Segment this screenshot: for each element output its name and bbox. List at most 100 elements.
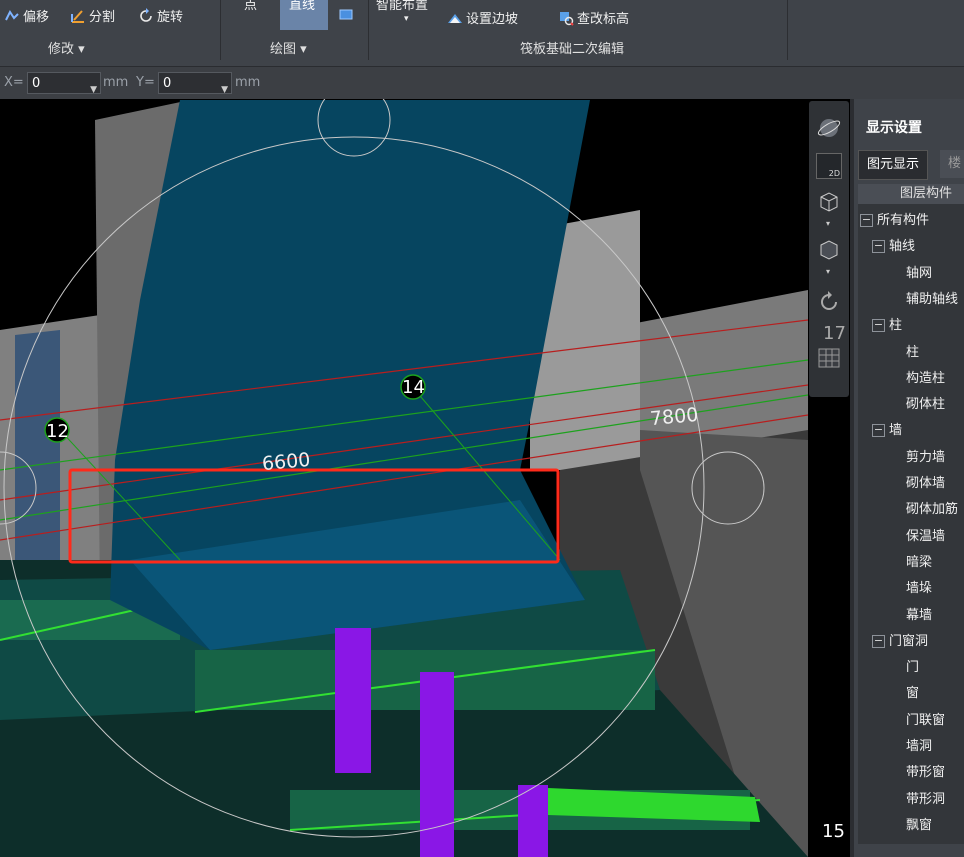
point-label: 点 (244, 0, 258, 13)
tree-item[interactable]: 砌体柱 (906, 392, 945, 418)
elevation-icon (560, 11, 574, 26)
tree-item-label: 窗 (906, 686, 920, 702)
tree-item[interactable]: − 所有构件 (860, 208, 929, 234)
axis-label-17: 17 (823, 323, 846, 344)
tree-item[interactable]: 轴网 (906, 261, 932, 287)
tree-item[interactable]: 砌体加筋 (906, 497, 958, 523)
raft-foundation-group-label: 筏板基础二次编辑 (520, 42, 625, 57)
axis-label-12: 12 (46, 421, 69, 442)
smart-layout-label: 智能布置 (376, 0, 429, 13)
tree-item[interactable]: − 墙 (872, 418, 902, 444)
ribbon-separator (220, 0, 221, 60)
y-unit-label: mm (235, 75, 261, 90)
tree-item-label: 保温墙 (906, 528, 946, 544)
tree-item-label: 墙 (889, 423, 903, 439)
rectangle-draw-icon[interactable] (337, 7, 355, 23)
tree-item[interactable]: 门 (906, 655, 919, 681)
column-blue-left (15, 330, 60, 565)
display-settings-panel: 显示设置 图元显示 楼 图层构件 − 所有构件 − 轴线 轴网 辅助轴线 − 柱柱构造柱 砌体柱… (850, 99, 964, 857)
model-scene (0, 99, 808, 857)
chevron-down-icon[interactable]: ▾ (826, 219, 830, 228)
point-button[interactable]: 点 (244, 0, 257, 13)
tree-item[interactable]: 辅助轴线 (906, 287, 958, 313)
collapse-toggle-icon[interactable]: − (872, 424, 885, 438)
tree-item-label: 轴网 (906, 265, 933, 281)
tree-item[interactable]: 窗 (906, 681, 919, 707)
split-label: 分割 (89, 10, 116, 25)
tree-item-label: 剪力墙 (906, 449, 946, 465)
tab-floor-display[interactable]: 楼 (940, 150, 964, 178)
slope-icon (448, 13, 462, 23)
tree-item[interactable]: 带形窗 (906, 760, 945, 786)
tree-item[interactable]: 带形洞 (906, 787, 945, 813)
collapse-toggle-icon[interactable]: − (872, 634, 885, 648)
tree-item[interactable]: 飘窗 (906, 813, 932, 839)
tree-item[interactable]: − 柱 (872, 313, 902, 339)
tree-item-label: 轴线 (889, 239, 916, 255)
tree-item[interactable]: 暗梁 (906, 550, 932, 576)
view-tool-column: 2D ▾ ▾ 17 (809, 101, 849, 397)
tree-item[interactable]: 墙垛 (906, 576, 932, 602)
split-icon (71, 9, 84, 23)
set-slope-button[interactable]: 设置边坡 (447, 8, 518, 27)
ribbon-separator (787, 0, 788, 60)
tree-item[interactable]: 幕墙 (906, 603, 932, 629)
tree-item-label: 门 (906, 660, 920, 676)
tab-element-display[interactable]: 图元显示 (858, 150, 929, 180)
tree-item-label: 幕墙 (906, 607, 933, 623)
tree-item[interactable]: 构造柱 (906, 366, 945, 392)
grid-settings-icon[interactable] (816, 345, 842, 371)
collapse-toggle-icon[interactable]: − (860, 214, 873, 227)
set-slope-label: 设置边坡 (466, 12, 519, 27)
x-unit-label: mm (103, 75, 129, 90)
solid-cube-icon[interactable] (816, 237, 842, 263)
modify-group-label[interactable]: 修改 ▾ (48, 38, 85, 57)
tree-item[interactable]: 砌体墙 (906, 471, 945, 497)
dimension-7800: 7800 (649, 403, 700, 431)
offset-button[interactable]: 偏移 (4, 6, 49, 25)
tree-item-label: 砌体加筋 (906, 502, 959, 518)
cube-view-icon[interactable] (816, 189, 842, 215)
tree-item-label: 砌体墙 (906, 476, 946, 491)
purple-column (518, 785, 548, 857)
line-button[interactable]: 直线 (280, 0, 328, 30)
smart-layout-dropdown[interactable]: ▾ (404, 14, 409, 24)
tree-item-label: 带形洞 (906, 791, 946, 807)
tree-item[interactable]: 门联窗 (906, 708, 945, 734)
axis-label-15: 15 (822, 821, 845, 842)
split-button[interactable]: 分割 (70, 6, 115, 25)
view-2d-button[interactable]: 2D (816, 153, 842, 179)
tree-item-label: 门联窗 (906, 712, 946, 728)
tree-item[interactable]: 保温墙 (906, 524, 945, 550)
smart-layout-button[interactable]: 智能布置 (376, 0, 428, 13)
collapse-toggle-icon[interactable]: − (872, 240, 885, 254)
tree-item-label: 暗梁 (906, 554, 933, 570)
tree-item[interactable]: 墙洞 (906, 734, 932, 760)
draw-group-label[interactable]: 绘图 ▾ (270, 38, 307, 57)
offset-icon (5, 9, 19, 20)
line-label: 直线 (289, 0, 316, 13)
rotate-button[interactable]: 旋转 (138, 6, 183, 25)
rotate-label: 旋转 (157, 10, 184, 25)
check-elevation-button[interactable]: 查改标高 (558, 8, 629, 27)
chevron-down-icon[interactable]: ▼ (90, 79, 97, 101)
x-coordinate-input[interactable]: 0 ▼ (27, 72, 101, 95)
tree-item-label: 带形窗 (906, 765, 946, 781)
tree-item-label: 门窗洞 (889, 633, 929, 649)
tree-item-label: 砌体柱 (906, 397, 946, 413)
chevron-down-icon[interactable]: ▼ (221, 79, 228, 101)
refresh-icon[interactable] (816, 289, 842, 315)
tree-item[interactable]: 剪力墙 (906, 445, 945, 471)
ribbon-separator (368, 0, 369, 60)
tree-item[interactable]: − 门窗洞 (872, 629, 928, 655)
tree-item[interactable]: − 轴线 (872, 234, 915, 260)
y-coordinate-input[interactable]: 0 ▼ (158, 72, 232, 95)
tree-item[interactable]: 柱 (906, 340, 919, 366)
x-label: X= (4, 75, 24, 90)
orbit-icon[interactable] (816, 115, 842, 141)
tree-header: 图层构件 (858, 184, 964, 204)
collapse-toggle-icon[interactable]: − (872, 319, 885, 333)
view-tool-strip: 2D ▾ ▾ 17 15 (808, 99, 850, 857)
chevron-down-icon[interactable]: ▾ (826, 267, 830, 276)
3d-viewport[interactable]: 12 14 6600 7800 (0, 99, 808, 857)
